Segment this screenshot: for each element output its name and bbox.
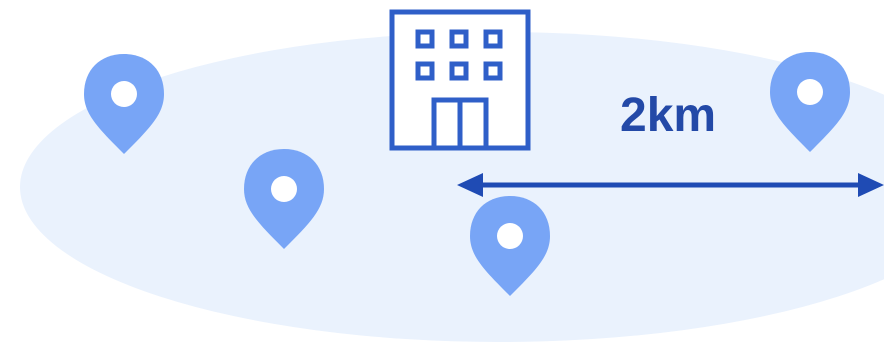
radius-illustration: 2km xyxy=(0,0,884,342)
distance-label: 2km xyxy=(620,89,717,142)
map-pin-icon xyxy=(84,54,164,154)
map-pin-icon xyxy=(470,196,550,296)
double-arrow-icon xyxy=(457,173,884,197)
map-pin-icon xyxy=(244,149,324,249)
building-icon xyxy=(389,9,531,151)
map-pin-icon xyxy=(770,52,850,152)
